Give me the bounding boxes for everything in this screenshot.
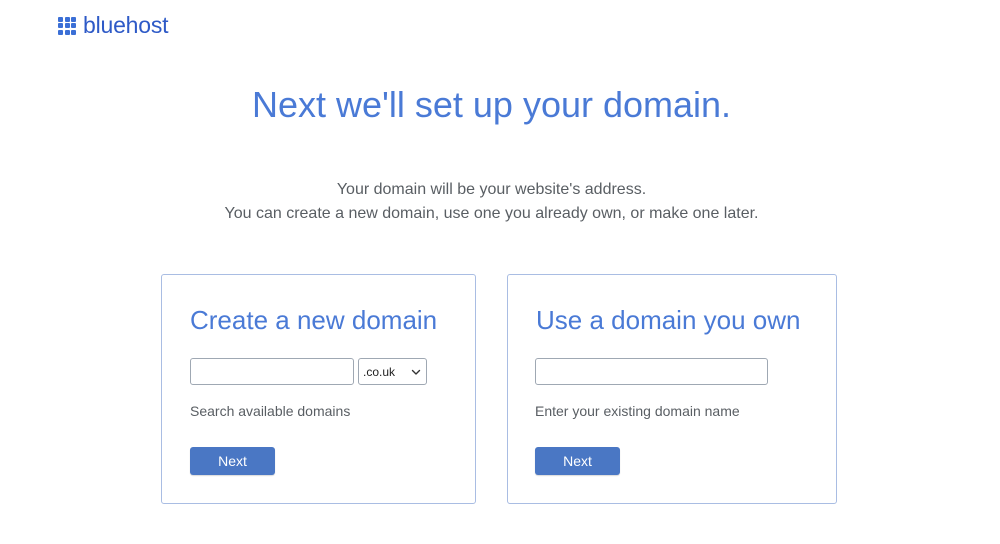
create-domain-card: Create a new domain .co.uk Search availa…	[161, 274, 476, 504]
create-domain-next-button[interactable]: Next	[190, 447, 275, 475]
bluehost-logo[interactable]: bluehost	[58, 12, 169, 38]
create-domain-title: Create a new domain	[190, 305, 438, 335]
tld-select[interactable]: .co.uk	[358, 358, 427, 385]
search-domains-helper: Search available domains	[190, 403, 351, 419]
page-title: Next we'll set up your domain.	[251, 84, 732, 125]
grid-logo-icon	[58, 16, 76, 35]
own-domain-next-button[interactable]: Next	[535, 447, 620, 475]
existing-domain-input[interactable]	[535, 358, 768, 385]
chevron-down-icon	[411, 369, 421, 375]
subtitle-line-1: Your domain will be your website's addre…	[336, 181, 647, 198]
new-domain-input[interactable]	[190, 358, 354, 385]
page-subtitle: Your domain will be your website's addre…	[0, 178, 983, 226]
own-domain-title: Use a domain you own	[536, 305, 801, 335]
own-domain-card: Use a domain you own Enter your existing…	[507, 274, 837, 504]
subtitle-line-2: You can create a new domain, use one you…	[224, 205, 759, 222]
brand-name: bluehost	[83, 12, 169, 38]
tld-selected-value: .co.uk	[363, 364, 396, 379]
existing-domain-helper: Enter your existing domain name	[535, 403, 740, 419]
